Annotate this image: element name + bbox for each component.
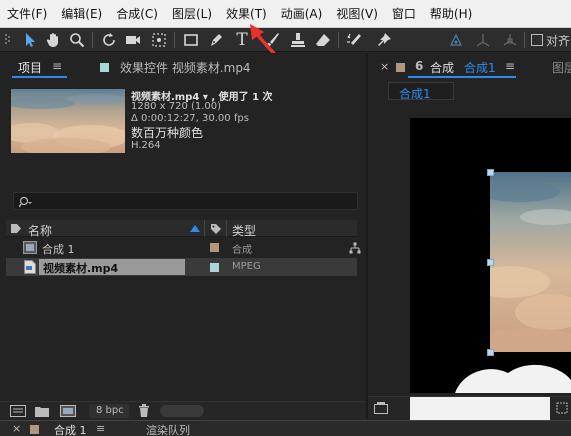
comp-tab-underline: [408, 76, 516, 78]
row-name: 合成 1: [42, 243, 75, 256]
roto-brush-tool-icon[interactable]: [345, 31, 363, 49]
project-tab-underline: [12, 76, 67, 78]
composition-panel: × 6 合成 合成1 ≡ 图层 合成1: [368, 53, 571, 420]
project-footer: 8 bpc: [0, 401, 366, 419]
lock-icon[interactable]: 6: [415, 59, 423, 73]
menu-file[interactable]: 文件(F): [0, 0, 54, 28]
render-queue-tab[interactable]: 渲染队列: [146, 422, 190, 436]
comp-frame-image: [490, 172, 571, 352]
new-composition-icon[interactable]: [60, 405, 76, 417]
local-axis-icon[interactable]: [447, 31, 465, 49]
thumbnail-zoom-slider[interactable]: [160, 405, 204, 417]
menu-help[interactable]: 帮助(H): [423, 0, 479, 28]
flowchart-icon[interactable]: [349, 242, 361, 254]
row-type: MPEG: [232, 261, 261, 272]
footage-thumbnail: [11, 89, 125, 153]
tag-icon[interactable]: [210, 223, 222, 235]
footage-codec: H.264: [131, 140, 161, 151]
search-icon: [19, 196, 32, 208]
comp-panel-menu-icon[interactable]: ≡: [505, 59, 515, 73]
breadcrumb-comp-name: 合成1: [399, 87, 431, 101]
effect-controls-tab[interactable]: 效果控件 视频素材.mp4: [120, 59, 251, 76]
row-label-swatch[interactable]: [210, 263, 219, 272]
selection-tool-icon[interactable]: [21, 31, 39, 49]
snap-label: 对齐: [546, 34, 571, 48]
menu-edit[interactable]: 编辑(E): [54, 0, 109, 28]
row-name: 视频素材.mp4: [43, 262, 119, 275]
pen-tool-icon[interactable]: [207, 31, 225, 49]
world-axis-icon[interactable]: [474, 31, 492, 49]
close-tab-icon[interactable]: ×: [380, 60, 389, 73]
comp-tab-label[interactable]: 合成: [430, 59, 454, 76]
footage-resolution: 1280 x 720 (1.00): [131, 101, 222, 112]
timeline-comp-tab[interactable]: 合成 1: [54, 422, 87, 436]
hand-tool-icon[interactable]: [44, 31, 62, 49]
rotate-tool-icon[interactable]: [100, 31, 118, 49]
footage-file-icon: [24, 260, 36, 274]
table-row[interactable]: 合成 1 合成: [6, 239, 361, 257]
bit-depth-button[interactable]: 8 bpc: [96, 405, 124, 416]
close-tab-icon[interactable]: ×: [12, 422, 21, 435]
comp-footer: [368, 396, 571, 420]
project-search-input[interactable]: [13, 192, 358, 210]
comp-breadcrumb[interactable]: 合成1: [388, 82, 454, 101]
comp-tab-name[interactable]: 合成1: [464, 59, 496, 76]
interpret-footage-icon[interactable]: [10, 405, 26, 417]
trash-icon[interactable]: [138, 404, 150, 417]
sort-ascending-icon[interactable]: [190, 225, 200, 232]
transform-handle[interactable]: [487, 349, 494, 356]
menu-view[interactable]: 视图(V): [329, 0, 385, 28]
composition-icon: [23, 241, 37, 254]
type-column-header[interactable]: 类型: [232, 222, 256, 239]
menu-composition[interactable]: 合成(C): [109, 0, 165, 28]
menu-layer[interactable]: 图层(L): [165, 0, 219, 28]
menu-window[interactable]: 窗口: [385, 0, 423, 28]
rectangle-tool-icon[interactable]: [182, 31, 200, 49]
camera-tool-icon[interactable]: [124, 31, 142, 49]
eraser-tool-icon[interactable]: [314, 31, 332, 49]
zoom-tool-icon[interactable]: [68, 31, 86, 49]
project-panel: 项目 ≡ 效果控件 视频素材.mp4 视频素材.mp4 ▾ , 使用了 1 次 …: [0, 53, 366, 419]
name-column-header[interactable]: 名称: [28, 222, 52, 239]
timeline-comp-color: [30, 425, 39, 434]
table-row[interactable]: 视频素材.mp4 MPEG: [6, 258, 357, 276]
label-column-icon[interactable]: [10, 223, 22, 234]
grip-icon: [4, 31, 12, 49]
transform-handle[interactable]: [487, 169, 494, 176]
pan-behind-tool-icon[interactable]: [150, 31, 168, 49]
footage-duration: Δ 0:00:12:27, 30.00 fps: [131, 113, 249, 124]
timeline-menu-icon[interactable]: ≡: [96, 422, 105, 435]
region-of-interest-icon[interactable]: [556, 402, 568, 414]
row-type: 合成: [232, 245, 252, 256]
comp-color-label: [396, 63, 405, 72]
transform-handle[interactable]: [487, 259, 494, 266]
project-tab[interactable]: 项目: [18, 59, 42, 76]
snapshot-icon[interactable]: [374, 402, 388, 414]
footage-color-depth: 数百万种颜色: [131, 126, 204, 140]
timeline-tab-bar: × 合成 1 ≡ 渲染队列: [0, 420, 571, 436]
view-axis-icon[interactable]: [501, 31, 519, 49]
layer-tab[interactable]: 图层: [552, 59, 571, 76]
new-folder-icon[interactable]: [35, 405, 49, 417]
project-panel-menu-icon[interactable]: ≡: [52, 59, 62, 73]
snap-checkbox[interactable]: [531, 34, 543, 46]
project-column-header: 名称 类型: [6, 220, 357, 239]
composition-viewer[interactable]: [410, 118, 571, 393]
footage-color-label: [100, 63, 109, 72]
puppet-pin-tool-icon[interactable]: [375, 31, 393, 49]
row-label-swatch[interactable]: [210, 243, 219, 252]
